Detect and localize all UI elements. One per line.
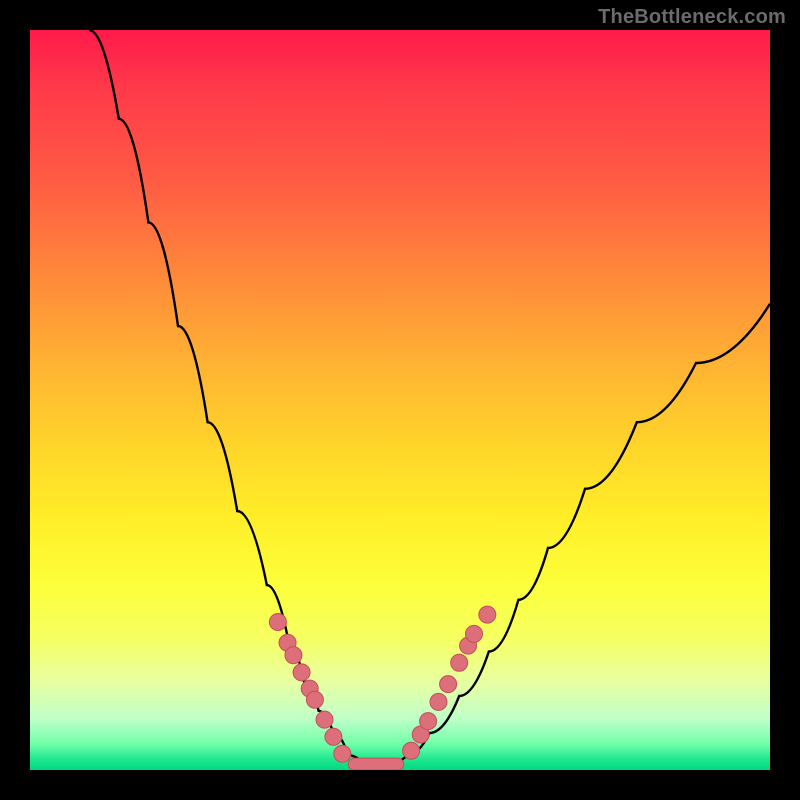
marker-dot: [466, 625, 483, 642]
marker-dot: [306, 691, 323, 708]
markers-right-group: [403, 606, 496, 759]
marker-dot: [316, 711, 333, 728]
marker-dot: [325, 728, 342, 745]
marker-dot: [403, 742, 420, 759]
marker-dot: [451, 654, 468, 671]
marker-dot: [269, 614, 286, 631]
marker-dot: [285, 647, 302, 664]
valley-bar: [348, 758, 404, 770]
watermark-text: TheBottleneck.com: [598, 6, 786, 29]
chart-frame: TheBottleneck.com: [0, 0, 800, 800]
markers-left-group: [269, 614, 350, 763]
marker-dot: [479, 606, 496, 623]
bottleneck-curve-path: [89, 30, 770, 763]
marker-dot: [430, 693, 447, 710]
plot-area: [30, 30, 770, 770]
marker-dot: [420, 713, 437, 730]
marker-dot: [440, 676, 457, 693]
curve-layer: [30, 30, 770, 770]
marker-dot: [293, 664, 310, 681]
marker-dot: [334, 745, 351, 762]
